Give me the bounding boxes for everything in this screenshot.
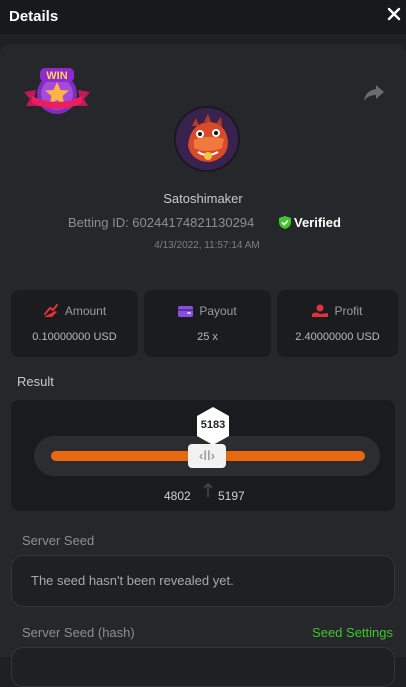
close-icon[interactable] <box>384 4 404 24</box>
server-seed-hash-label: Server Seed (hash) <box>22 625 135 640</box>
amount-value: 0.10000000 USD <box>32 331 117 343</box>
wallet-icon <box>178 306 194 317</box>
avatar <box>174 106 240 172</box>
profit-card: Profit 2.40000000 USD <box>277 290 398 357</box>
profit-value: 2.40000000 USD <box>295 331 380 343</box>
profit-icon <box>312 304 329 317</box>
amount-icon <box>43 304 58 317</box>
bet-datetime: 4/13/2022, 11:57:14 AM <box>154 240 260 251</box>
verified-status: Verified <box>279 215 341 230</box>
range-high-value: 5197 <box>218 489 245 503</box>
result-label: Result <box>17 374 54 389</box>
range-arrow-icon <box>203 482 213 497</box>
shield-check-icon <box>279 216 291 229</box>
slider-handle[interactable]: ‹ǀǀ› <box>188 444 226 468</box>
payout-label: Payout <box>199 304 237 318</box>
details-header: Details <box>0 0 406 34</box>
drag-handle-icon: ‹ǀǀ› <box>199 448 215 463</box>
avatar-dragon-icon <box>174 106 240 172</box>
range-low-value: 4802 <box>164 489 191 503</box>
win-badge-icon: WIN <box>24 68 90 114</box>
svg-text:WIN: WIN <box>46 70 67 82</box>
betting-id: Betting ID: 60244174821130294 <box>68 215 255 230</box>
page-title: Details <box>9 8 59 25</box>
payout-card: Payout 25 x <box>144 290 271 357</box>
server-seed-hash-field <box>11 647 395 687</box>
result-value: 5183 <box>200 419 226 431</box>
verified-label: Verified <box>294 215 341 230</box>
profit-label: Profit <box>334 304 363 318</box>
server-seed-label: Server Seed <box>22 533 95 548</box>
amount-label: Amount <box>64 304 107 318</box>
seed-settings-link[interactable]: Seed Settings <box>312 625 393 640</box>
payout-value: 25 x <box>197 331 218 343</box>
amount-card: Amount 0.10000000 USD <box>11 290 138 357</box>
share-icon[interactable] <box>362 82 386 104</box>
server-seed-text: The seed hasn't been revealed yet. <box>31 573 234 588</box>
username: Satoshimaker <box>163 191 243 206</box>
